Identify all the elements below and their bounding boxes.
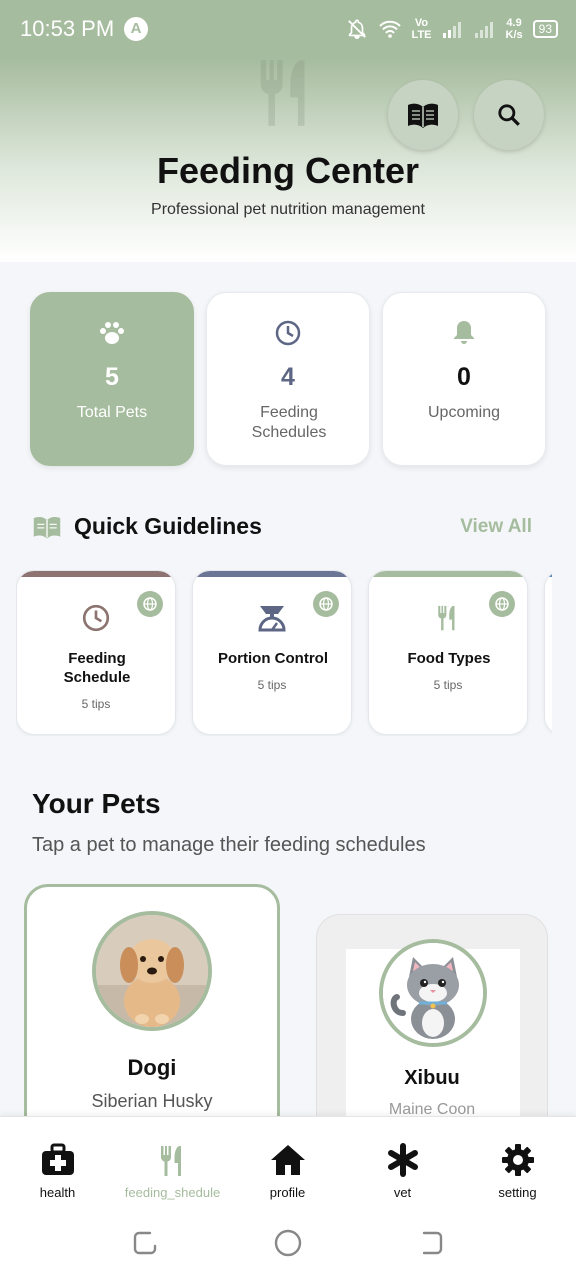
page-title: Feeding Center (156, 150, 420, 191)
nav-label: vet (393, 1185, 412, 1200)
pet-avatar (92, 911, 212, 1031)
system-navigation-bar (0, 1204, 576, 1280)
signal-2-icon (474, 22, 493, 38)
guide-card-portion-control[interactable]: Portion Control 5 tips (192, 570, 352, 735)
stat-card-feeding-schedules[interactable]: 4 Feeding Schedules (206, 292, 370, 466)
guidelines-carousel[interactable]: Feeding Schedule 5 tips Portion Control … (16, 570, 552, 736)
nav-health[interactable]: health (0, 1117, 115, 1205)
stat-label: Upcoming (427, 404, 501, 421)
gear-icon (501, 1144, 534, 1176)
status-bar: 10:53 PM A Vo LTE 4.9 K/s 93 (0, 0, 576, 58)
book-open-icon (33, 517, 61, 539)
nav-label: profile (269, 1185, 306, 1200)
home-circle-icon[interactable] (273, 1228, 303, 1258)
recent-apps-icon[interactable] (130, 1228, 160, 1258)
pet-breed: Siberian Husky (91, 1091, 213, 1111)
pet-card-xibuu[interactable]: Xibuu Maine Coon (316, 914, 548, 1144)
stat-label: Feeding Schedules (251, 404, 327, 441)
home-icon (270, 1145, 305, 1175)
guide-name: Portion Control (218, 650, 328, 667)
network-type-top: Vo (414, 17, 429, 29)
utensils-watermark-icon (260, 60, 305, 126)
clock-icon (82, 604, 110, 632)
pets-section-title: Your Pets (32, 788, 161, 819)
guide-name: Feeding Schedule (63, 650, 131, 686)
signal-icon (442, 22, 461, 38)
pet-name: Dogi (127, 1055, 177, 1080)
guide-tips-count: 5 tips (257, 678, 287, 692)
pet-name: Xibuu (404, 1067, 460, 1089)
utensils-icon (438, 605, 455, 631)
guide-card-feeding-schedule[interactable]: Feeding Schedule 5 tips (16, 570, 176, 735)
guidelines-title: Quick Guidelines (74, 513, 262, 539)
paw-icon (100, 322, 124, 344)
nav-vet[interactable]: vet (345, 1117, 460, 1205)
stat-value: 4 (281, 363, 295, 391)
net-speed-value: 4.9 (506, 17, 522, 29)
guide-accent-bar (369, 571, 527, 577)
header: Feeding Center Professional pet nutritio… (0, 58, 576, 262)
guide-card-partial[interactable] (544, 570, 552, 735)
asterisk-icon (387, 1143, 418, 1177)
nav-label: feeding_shedule (124, 1185, 221, 1200)
stat-value: 0 (457, 363, 471, 391)
app-notification-icon: A (124, 17, 148, 41)
mute-icon (347, 19, 366, 39)
view-all-link[interactable]: View All (460, 516, 532, 538)
medical-kit-icon (41, 1143, 74, 1175)
pet-avatar (379, 939, 487, 1047)
stat-card-upcoming[interactable]: 0 Upcoming (382, 292, 546, 466)
clock-icon (275, 320, 301, 346)
bottom-navigation: health feeding_shedule profile vet setti… (0, 1116, 576, 1204)
utensils-icon (160, 1146, 181, 1176)
guide-tips-count: 5 tips (433, 678, 463, 692)
guide-tips-count: 5 tips (81, 697, 111, 711)
guide-accent-bar (545, 571, 552, 577)
nav-label: setting (498, 1185, 537, 1200)
guide-name: Food Types (407, 650, 491, 667)
nav-feeding-schedule[interactable]: feeding_shedule (115, 1117, 230, 1205)
net-speed-unit: K/s (505, 29, 523, 41)
guide-accent-bar (193, 571, 351, 577)
status-time: 10:53 PM (20, 16, 115, 41)
search-button[interactable] (474, 80, 544, 150)
pets-section-subtitle: Tap a pet to manage their feeding schedu… (32, 834, 426, 856)
pet-card-dogi[interactable]: Dogi Siberian Husky (24, 884, 280, 1144)
stat-card-total-pets[interactable]: 5 Total Pets (30, 292, 194, 466)
nav-profile[interactable]: profile (230, 1117, 345, 1205)
nav-setting[interactable]: setting (460, 1117, 575, 1205)
network-type: Vo LTE (412, 17, 432, 41)
scale-icon (258, 606, 286, 632)
battery-indicator: 93 (532, 20, 558, 38)
puppy-photo (96, 915, 208, 1027)
book-icon (408, 103, 438, 128)
back-icon[interactable] (416, 1228, 446, 1258)
wifi-icon (378, 20, 401, 38)
cat-illustration (383, 943, 483, 1043)
guide-card-food-types[interactable]: Food Types 5 tips (368, 570, 528, 735)
stat-value: 5 (105, 363, 119, 391)
bell-icon (454, 321, 474, 344)
search-icon (498, 104, 520, 126)
network-type-bottom: LTE (411, 29, 432, 41)
nav-label: health (39, 1185, 76, 1200)
guide-accent-bar (17, 571, 175, 577)
guide-book-button[interactable] (388, 80, 458, 150)
page-subtitle: Professional pet nutrition management (151, 201, 425, 218)
net-speed: 4.9 K/s (506, 17, 523, 41)
stat-label: Total Pets (76, 404, 148, 421)
